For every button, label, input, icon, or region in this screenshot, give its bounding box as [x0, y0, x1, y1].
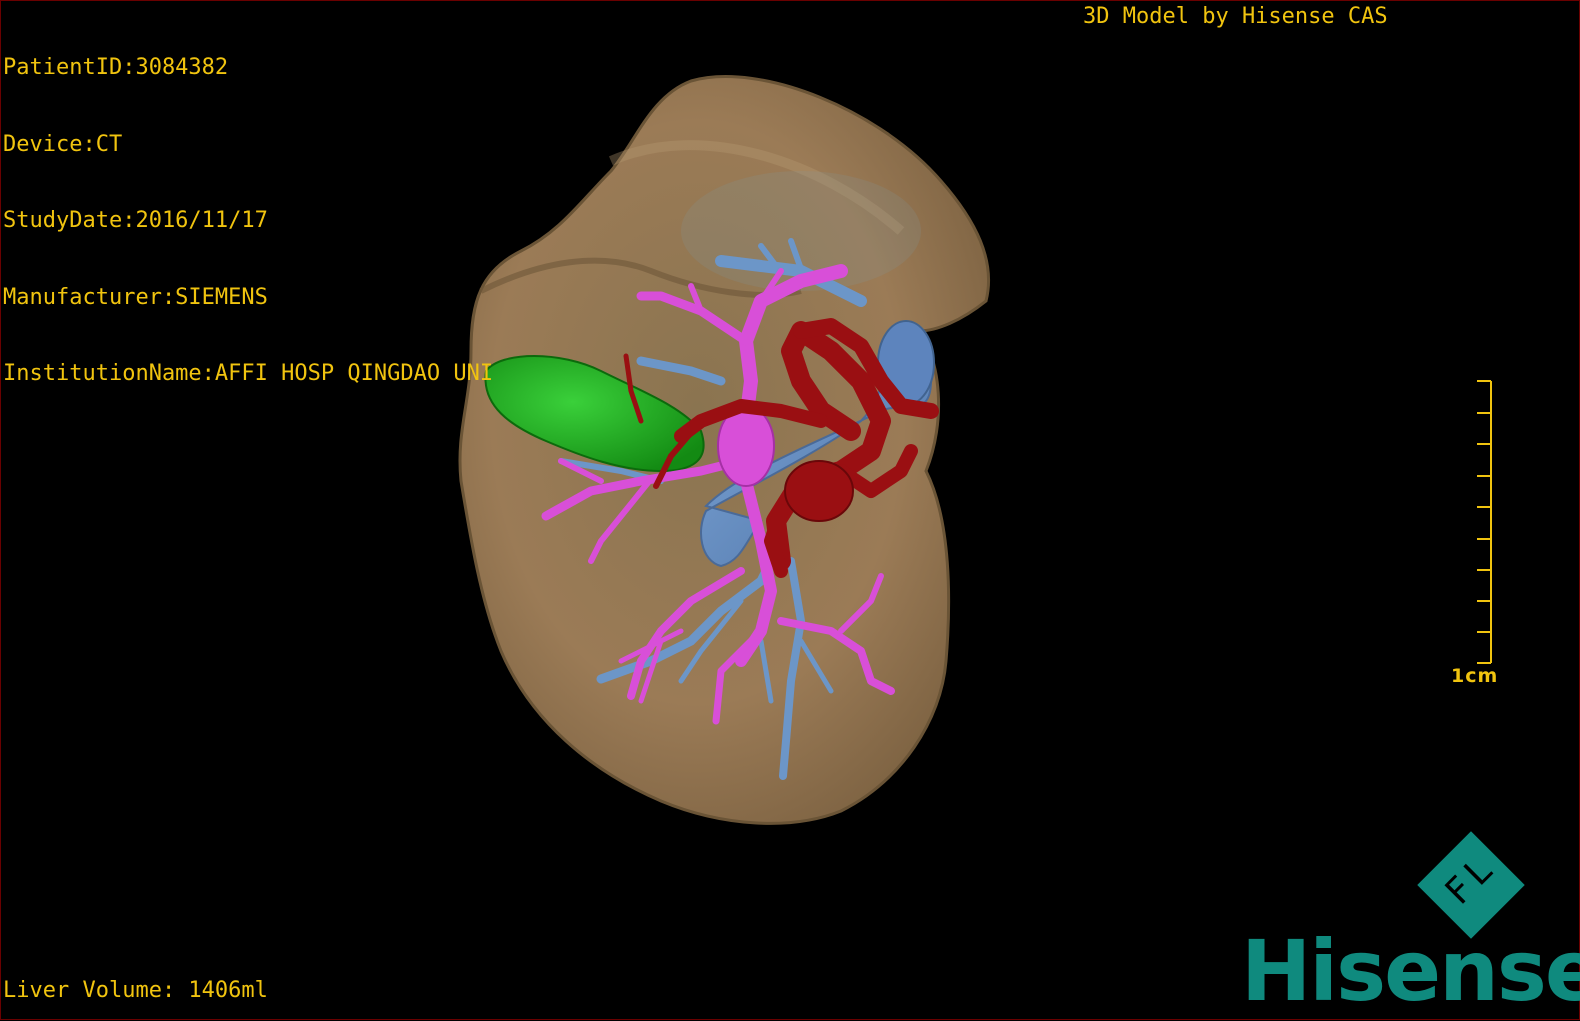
- liver-volume: Liver Volume: 1406ml: [3, 978, 268, 1003]
- patient-id: PatientID:3084382: [3, 55, 229, 80]
- model-credit: 3D Model by Hisense CAS: [1083, 4, 1388, 29]
- scale-bar: [1477, 380, 1492, 664]
- scale-bar-label: 1cm: [1451, 665, 1499, 687]
- study-date: StudyDate:2016/11/17: [3, 208, 268, 233]
- render-viewport[interactable]: PatientID:3084382 Device:CT StudyDate:20…: [0, 0, 1580, 1020]
- manufacturer: Manufacturer:SIEMENS: [3, 284, 268, 310]
- patient-info-overlay: PatientID:3084382 Device:CT StudyDate:20…: [3, 4, 493, 438]
- hisense-logo: Hisense: [1241, 922, 1580, 1020]
- institution-name: InstitutionName:AFFI HOSP QINGDAO UNI: [3, 361, 494, 386]
- device-label: Device:CT: [3, 131, 123, 157]
- artery-aneurysm: [784, 460, 854, 522]
